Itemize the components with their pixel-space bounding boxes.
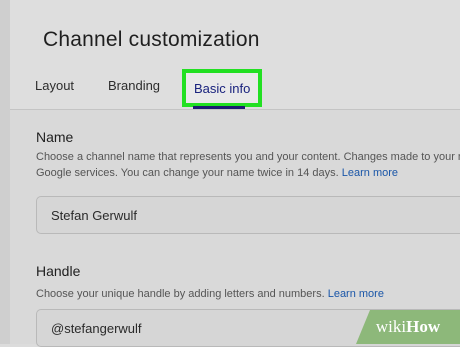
- handle-description-text: Choose your unique handle by adding lett…: [36, 288, 325, 300]
- name-input[interactable]: Stefan Gerwulf: [36, 196, 460, 234]
- name-learn-more-link[interactable]: Learn more: [342, 167, 398, 179]
- name-description-line2: Google services. You can change your nam…: [36, 165, 398, 181]
- tab-bar: Layout Branding Basic info: [10, 66, 460, 110]
- name-section-label: Name: [36, 129, 74, 145]
- tab-layout[interactable]: Layout: [35, 78, 74, 93]
- handle-input-value: @stefangerwulf: [51, 321, 142, 336]
- handle-description: Choose your unique handle by adding lett…: [36, 286, 384, 302]
- name-input-value: Stefan Gerwulf: [51, 208, 137, 223]
- handle-learn-more-link[interactable]: Learn more: [328, 288, 384, 300]
- basic-info-content: Name Choose a channel name that represen…: [10, 110, 460, 347]
- wikihow-watermark: wiki How: [356, 310, 460, 344]
- left-sidebar-edge: [0, 0, 10, 344]
- handle-section-label: Handle: [36, 263, 81, 279]
- watermark-wiki: wiki: [375, 317, 407, 336]
- name-description-text: Google services. You can change your nam…: [36, 167, 339, 179]
- watermark-how: How: [406, 317, 441, 336]
- name-description-line1: Choose a channel name that represents yo…: [36, 151, 460, 163]
- tab-basic-info[interactable]: Basic info: [182, 69, 263, 107]
- tab-branding[interactable]: Branding: [108, 78, 160, 93]
- page-title: Channel customization: [43, 28, 260, 51]
